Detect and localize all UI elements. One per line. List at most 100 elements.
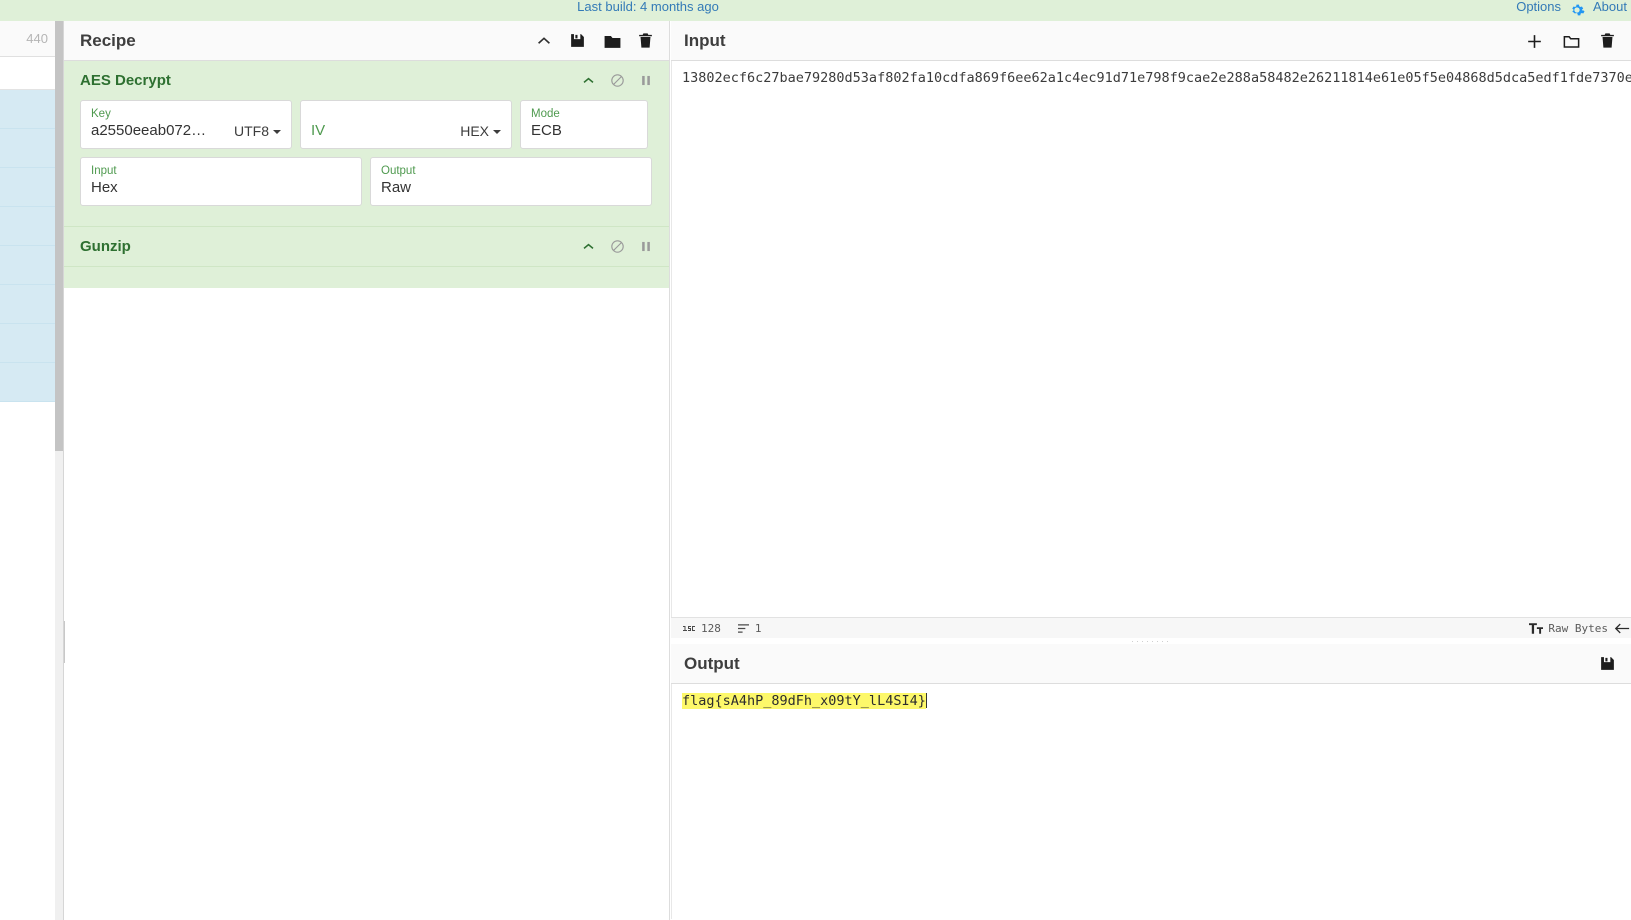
argument-value[interactable]: ECB: [531, 121, 637, 141]
chevron-down-icon: [273, 130, 281, 135]
argument-iv-field[interactable]: IV HEX: [300, 100, 512, 149]
arrow-left-icon[interactable]: [1614, 623, 1630, 634]
load-recipe-icon[interactable]: [603, 32, 621, 50]
output-editor[interactable]: flag{sA4hP_89dFh_x09tY_lL4SI4}: [671, 684, 1631, 919]
operations-count: 440: [0, 21, 62, 57]
recipe-controls: [535, 32, 655, 50]
op-disable-icon[interactable]: [610, 239, 626, 255]
input-text[interactable]: 13802ecf6c27bae79280d53af802fa10cdfa869f…: [672, 61, 1631, 88]
output-text: flag{sA4hP_89dFh_x09tY_lL4SI4}: [682, 693, 926, 709]
clear-input-icon[interactable]: [1599, 32, 1617, 50]
argument-row: Key a2550eeab072… UTF8 IV HEX Mode ECB: [80, 100, 655, 149]
input-status-bar: 128 1 Raw Bytes: [671, 617, 1631, 638]
op-breakpoint-icon[interactable]: [639, 239, 655, 255]
about-link[interactable]: About: [1593, 0, 1627, 17]
operation-list-item[interactable]: [0, 129, 62, 168]
save-recipe-icon[interactable]: [569, 32, 587, 50]
output-title-bar: Output: [671, 644, 1631, 684]
output-title: Output: [684, 653, 740, 673]
recipe-operation-header[interactable]: Gunzip: [64, 227, 669, 266]
op-disable-icon[interactable]: [610, 73, 626, 89]
operations-sidebar: 440: [0, 21, 63, 920]
recipe-operation-name: Gunzip: [80, 238, 131, 255]
add-input-tab-icon[interactable]: [1525, 32, 1543, 50]
argument-value[interactable]: IV: [311, 121, 450, 141]
operation-list-item[interactable]: [0, 90, 62, 129]
cyberchef-app: Last build: 4 months ago Options About 4…: [0, 0, 1631, 920]
input-panel: Input 13802ecf6c27bae79280d53af802fa10cd…: [671, 21, 1631, 638]
recipe-operation[interactable]: Gunzip: [64, 227, 669, 267]
argument-field-body: Output Raw: [381, 164, 641, 198]
operation-list-item[interactable]: [0, 285, 62, 324]
argument-key-field[interactable]: Key a2550eeab072… UTF8: [80, 100, 292, 149]
argument-mode-field[interactable]: Mode ECB: [520, 100, 648, 149]
recipe-title-bar: Recipe: [64, 21, 669, 61]
input-encoding-group[interactable]: Raw Bytes: [1529, 622, 1631, 635]
argument-field-body: Key a2550eeab072…: [91, 107, 224, 141]
argument-label: Input: [91, 165, 117, 177]
gear-icon[interactable]: [1569, 2, 1585, 18]
operations-scrollbar-thumb[interactable]: [55, 21, 63, 451]
operations-blank-row: [0, 57, 62, 90]
collapse-chevron-icon[interactable]: [535, 32, 553, 50]
recipe-operation-name: AES Decrypt: [80, 72, 171, 89]
recipe-panel: Recipe AES Decrypt Key a2550eeab072… UTF…: [61, 21, 670, 920]
recipe-operation[interactable]: AES Decrypt Key a2550eeab072… UTF8 IV HEX Mode…: [64, 61, 669, 227]
operation-list-item[interactable]: [0, 168, 62, 207]
recipe-title: Recipe: [80, 30, 136, 50]
argument-input-field[interactable]: Input Hex: [80, 157, 362, 206]
recipe-operation-controls: [581, 73, 655, 89]
op-collapse-icon[interactable]: [581, 239, 597, 255]
text-caret: [925, 693, 927, 708]
input-length-value: 128: [701, 621, 721, 635]
argument-label: Mode: [531, 108, 560, 120]
recipe-operations-list[interactable]: AES Decrypt Key a2550eeab072… UTF8 IV HEX Mode…: [64, 61, 669, 288]
operation-list-item[interactable]: [0, 324, 62, 363]
recipe-panel-splitter[interactable]: [61, 621, 67, 663]
lines-icon: [737, 623, 750, 634]
op-breakpoint-icon[interactable]: [639, 73, 655, 89]
op-collapse-icon[interactable]: [581, 73, 597, 89]
argument-field-body: Mode ECB: [531, 107, 637, 141]
save-output-icon[interactable]: [1599, 655, 1617, 673]
options-link[interactable]: Options: [1516, 0, 1561, 17]
banner-right-links: Options About: [1516, 0, 1627, 17]
recipe-operation-arguments: Key a2550eeab072… UTF8 IV HEX Mode ECB Input Hex…: [64, 100, 669, 226]
argument-value[interactable]: Hex: [91, 178, 351, 198]
chevron-down-icon: [493, 130, 501, 135]
argument-output-field[interactable]: Output Raw: [370, 157, 652, 206]
input-editor[interactable]: 13802ecf6c27bae79280d53af802fa10cdfa869f…: [671, 61, 1631, 617]
argument-encoding-dropdown[interactable]: HEX: [450, 121, 501, 141]
input-encoding-value[interactable]: Raw Bytes: [1548, 622, 1608, 635]
input-title: Input: [684, 30, 726, 50]
input-controls: [1525, 32, 1621, 50]
top-banner: Last build: 4 months ago Options About: [0, 0, 1631, 21]
abc-length-icon: [683, 623, 696, 634]
argument-encoding-value: UTF8: [234, 123, 269, 139]
argument-field-body: Input Hex: [91, 164, 351, 198]
recipe-operation-header[interactable]: AES Decrypt: [64, 61, 669, 100]
output-panel: Output flag{sA4hP_89dFh_x09tY_lL4SI4}: [671, 644, 1631, 920]
argument-label: Key: [91, 108, 111, 120]
input-lines-group: 1: [737, 622, 762, 635]
argument-encoding-dropdown[interactable]: UTF8: [224, 121, 281, 141]
output-text-line[interactable]: flag{sA4hP_89dFh_x09tY_lL4SI4}: [672, 684, 1631, 711]
argument-row: Input Hex Output Raw: [80, 157, 655, 206]
argument-field-body: IV: [311, 121, 450, 141]
operation-list-item[interactable]: [0, 246, 62, 285]
build-info-text: Last build: 4 months ago: [577, 0, 719, 14]
argument-value[interactable]: a2550eeab072…: [91, 121, 224, 141]
argument-value[interactable]: Raw: [381, 178, 641, 198]
recipe-operation-controls: [581, 239, 655, 255]
clear-recipe-icon[interactable]: [637, 32, 655, 50]
input-title-bar: Input: [671, 21, 1631, 61]
output-controls: [1599, 655, 1621, 673]
input-length-group: 128: [683, 622, 721, 635]
operation-list-item[interactable]: [0, 207, 62, 246]
open-folder-icon[interactable]: [1562, 32, 1580, 50]
recipe-empty-area[interactable]: [64, 288, 669, 920]
input-lines-value: 1: [754, 621, 762, 635]
operation-list-item[interactable]: [0, 363, 62, 402]
argument-label: Output: [381, 165, 416, 177]
operations-list[interactable]: [0, 90, 62, 402]
